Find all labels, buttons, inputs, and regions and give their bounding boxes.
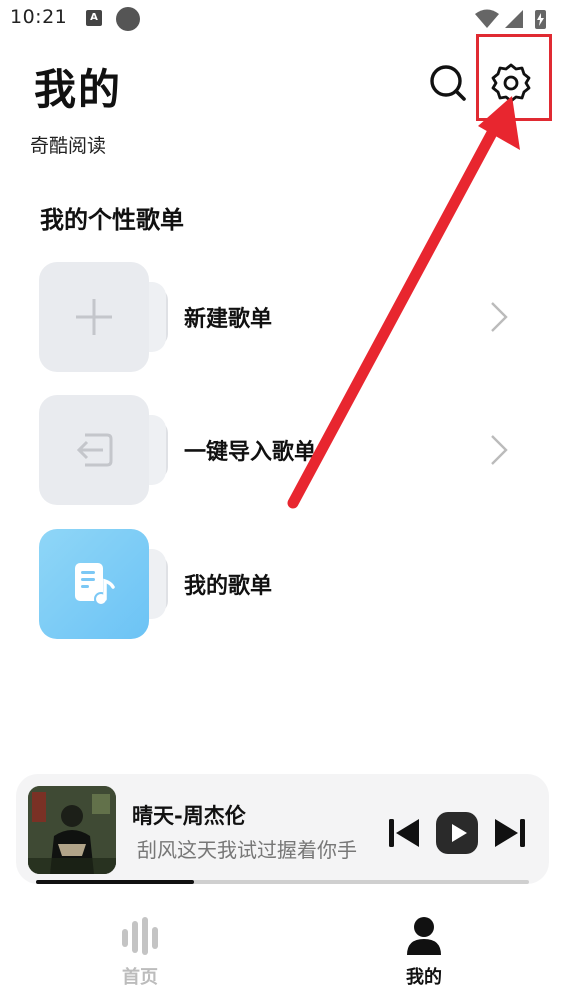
tab-mine[interactable]: 我的 <box>324 905 524 1004</box>
list-item-label: 一键导入歌单 <box>184 440 317 465</box>
status-icons <box>475 9 546 29</box>
playlist-cover <box>39 529 149 639</box>
playlist-cover <box>39 262 149 372</box>
music-note-icon <box>75 563 115 606</box>
search-icon <box>430 65 466 101</box>
progress-bar[interactable] <box>36 880 529 884</box>
tab-home[interactable]: 首页 <box>40 905 240 1004</box>
song-lyric: 刮风这天我试过握着你手 <box>137 838 357 862</box>
audio-bars-icon <box>122 917 158 955</box>
playlist-cover <box>39 395 149 505</box>
list-item-import-playlist[interactable]: 一键导入歌单 <box>0 395 565 505</box>
tab-bar: 首页 我的 <box>0 905 565 1004</box>
page-subtitle: 奇酷阅读 <box>30 135 107 157</box>
play-button[interactable] <box>436 812 478 854</box>
chevron-right-icon <box>491 435 508 465</box>
page-title: 我的 <box>34 65 123 114</box>
plus-icon <box>76 299 112 335</box>
circle-icon <box>116 7 140 31</box>
search-button[interactable] <box>427 62 469 104</box>
list-item-label: 新建歌单 <box>184 307 273 332</box>
list-item-my-playlist[interactable]: 我的歌单 <box>0 529 565 639</box>
wifi-icon <box>475 9 499 28</box>
list-item-label: 我的歌单 <box>184 574 273 599</box>
previous-track-button[interactable] <box>386 816 422 850</box>
song-title: 晴天-周杰伦 <box>132 804 246 828</box>
album-art <box>28 786 116 874</box>
settings-highlight-box <box>476 34 552 121</box>
play-icon <box>452 824 467 842</box>
chevron-right-icon <box>491 302 508 332</box>
tab-label: 我的 <box>406 967 442 988</box>
signal-icon <box>505 10 523 28</box>
notification-a-icon: A <box>86 10 102 26</box>
next-track-button[interactable] <box>492 816 528 850</box>
import-icon <box>76 433 113 467</box>
progress-fill <box>36 880 194 884</box>
tab-label: 首页 <box>122 967 158 988</box>
status-bar: 10:21 A <box>0 0 565 38</box>
list-item-new-playlist[interactable]: 新建歌单 <box>0 262 565 372</box>
person-icon <box>407 917 441 955</box>
section-title: 我的个性歌单 <box>40 206 184 234</box>
status-time: 10:21 <box>10 6 68 28</box>
mini-player[interactable]: 晴天-周杰伦 刮风这天我试过握着你手 <box>16 774 549 884</box>
